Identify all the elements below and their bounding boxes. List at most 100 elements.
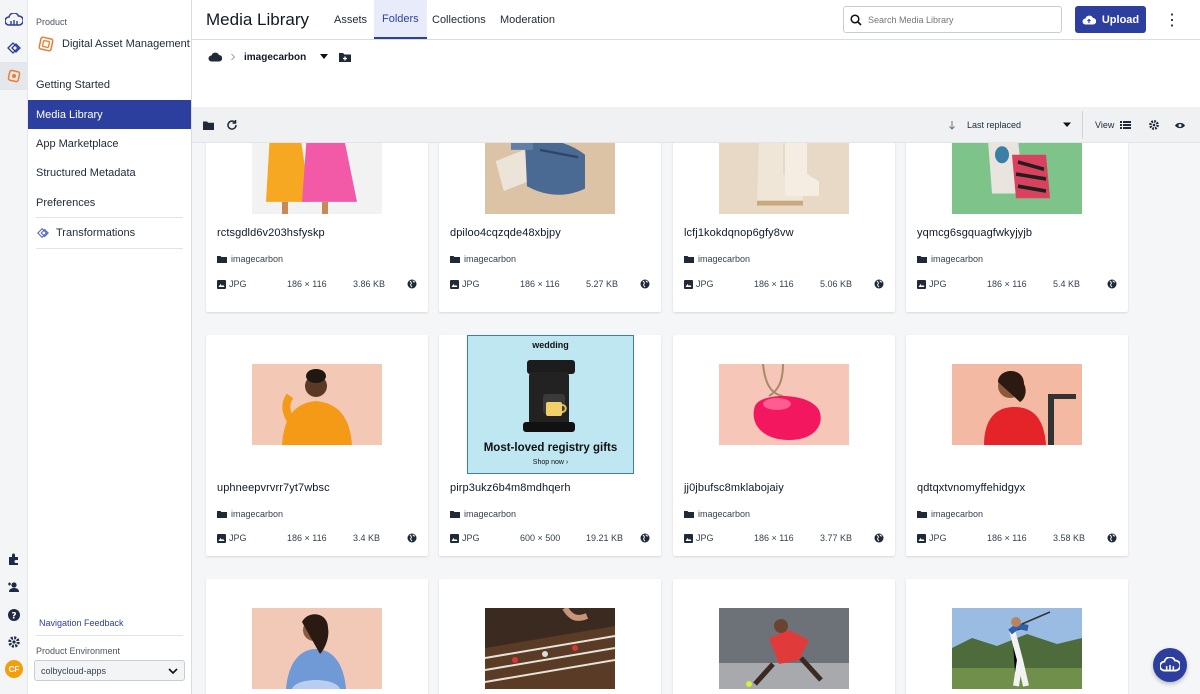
- asset-name[interactable]: yqmcg6sgquagfwkyjyjb: [917, 227, 1032, 239]
- asset-card[interactable]: rctsgdld6v203hsfyskp imagecarbon JPG 186 …: [206, 143, 428, 312]
- tab-collections[interactable]: Collections: [424, 0, 494, 39]
- asset-thumbnail[interactable]: [252, 608, 382, 689]
- more-options-icon[interactable]: ⋮: [1164, 10, 1180, 30]
- asset-card[interactable]: [673, 579, 895, 694]
- product-environment-select[interactable]: colbycloud-apps: [34, 660, 185, 681]
- asset-thumbnail[interactable]: [952, 364, 1082, 445]
- cloud-upload-icon: [1082, 15, 1096, 24]
- asset-size: 3.58 KB: [1053, 533, 1086, 543]
- sort-select[interactable]: Last replaced: [967, 117, 1072, 133]
- asset-dimensions: 186 × 116: [287, 279, 327, 289]
- help-icon[interactable]: ?: [4, 605, 24, 625]
- sidebar-item-structured-metadata[interactable]: Structured Metadata: [28, 158, 191, 187]
- asset-folder-name: imagecarbon: [931, 254, 984, 264]
- asset-folder-name: imagecarbon: [698, 509, 751, 519]
- asset-thumbnail[interactable]: [952, 143, 1082, 214]
- search-icon: [850, 13, 862, 26]
- image-icon: [217, 279, 226, 289]
- asset-card[interactable]: jj0jbufsc8mklabojaiy imagecarbon JPG 186 …: [673, 335, 895, 556]
- public-globe-icon: [407, 279, 417, 289]
- asset-folder: imagecarbon: [684, 509, 750, 519]
- asset-thumbnail[interactable]: [485, 143, 615, 214]
- asset-name[interactable]: pirp3ukz6b4m8mdhqerh: [450, 482, 571, 494]
- asset-thumbnail[interactable]: [719, 364, 849, 445]
- tab-assets[interactable]: Assets: [326, 0, 375, 39]
- product-label: Product: [36, 17, 68, 27]
- asset-name[interactable]: uphneepvrvrr7yt7wbsc: [217, 482, 330, 494]
- asset-thumbnail[interactable]: [952, 608, 1082, 689]
- tab-moderation[interactable]: Moderation: [492, 0, 563, 39]
- preview-eye-icon[interactable]: [1174, 117, 1186, 133]
- asset-card[interactable]: uphneepvrvrr7yt7wbsc imagecarbon JPG 186 …: [206, 335, 428, 556]
- navigation-feedback-link[interactable]: Navigation Feedback: [39, 618, 124, 628]
- caret-down-icon[interactable]: [318, 53, 330, 61]
- image-icon: [217, 533, 226, 543]
- new-folder-icon[interactable]: [338, 51, 352, 63]
- sort-label: Last replaced: [967, 120, 1022, 130]
- asset-card[interactable]: qdtqxtvnomyffehidgyx imagecarbon JPG 186 …: [906, 335, 1128, 556]
- asset-folder: imagecarbon: [684, 254, 750, 264]
- upload-label: Upload: [1101, 13, 1140, 26]
- sidebar-item-label: Preferences: [36, 196, 96, 209]
- asset-thumbnail[interactable]: [485, 608, 615, 689]
- support-chat-button[interactable]: [1153, 648, 1187, 682]
- sidebar-item-app-marketplace[interactable]: App Marketplace: [28, 129, 191, 158]
- avatar[interactable]: CF: [5, 660, 23, 678]
- asset-thumbnail[interactable]: [252, 364, 382, 445]
- asset-name[interactable]: lcfj1kokdqnop6gfy8vw: [684, 227, 794, 239]
- sidebar-item-preferences[interactable]: Preferences: [28, 188, 191, 217]
- asset-card[interactable]: [906, 579, 1128, 694]
- settings-gear-icon[interactable]: [1148, 117, 1160, 133]
- asset-card[interactable]: [439, 579, 661, 694]
- sidebar-item-getting-started[interactable]: Getting Started: [28, 70, 191, 99]
- refresh-icon[interactable]: [226, 117, 238, 133]
- view-toggle[interactable]: View: [1095, 117, 1132, 133]
- asset-format: JPG: [696, 533, 714, 543]
- public-globe-icon: [1107, 533, 1117, 543]
- asset-card[interactable]: dpiloo4cqzqde48xbjpy imagecarbon JPG 186 …: [439, 143, 661, 312]
- settings-gear-icon[interactable]: [4, 632, 24, 652]
- asset-name[interactable]: rctsgdld6v203hsfyskp: [217, 227, 325, 239]
- search-box[interactable]: [843, 6, 1062, 33]
- puzzle-icon[interactable]: [4, 549, 24, 569]
- dam-product-icon[interactable]: [0, 62, 28, 90]
- cloud-home-icon[interactable]: [208, 52, 222, 62]
- asset-thumbnail[interactable]: [719, 608, 849, 689]
- diamond-icon[interactable]: [4, 38, 24, 58]
- sidebar-item-media-library[interactable]: Media Library: [28, 100, 191, 129]
- tab-folders[interactable]: Folders: [374, 0, 427, 39]
- svg-text:?: ?: [11, 612, 16, 622]
- asset-folder: imagecarbon: [450, 509, 516, 519]
- asset-card[interactable]: lcfj1kokdqnop6gfy8vw imagecarbon JPG 186 …: [673, 143, 895, 312]
- cloudinary-logo-icon[interactable]: [4, 10, 24, 30]
- asset-format: JPG: [229, 533, 247, 543]
- asset-thumbnail-ad[interactable]: wedding Most-loved registry gifts Shop n…: [467, 335, 634, 474]
- asset-name[interactable]: jj0jbufsc8mklabojaiy: [684, 482, 784, 494]
- asset-grid: rctsgdld6v203hsfyskp imagecarbon JPG 186 …: [192, 143, 1200, 694]
- upload-button[interactable]: Upload: [1075, 6, 1146, 33]
- asset-size: 3.77 KB: [820, 533, 853, 543]
- add-user-icon[interactable]: [4, 577, 24, 597]
- folder-view-icon[interactable]: [202, 117, 215, 133]
- search-input[interactable]: [868, 14, 1048, 25]
- folder-icon: [450, 256, 460, 263]
- asset-size: 19.21 KB: [586, 533, 624, 543]
- image-icon: [450, 533, 459, 543]
- breadcrumb-folder[interactable]: imagecarbon: [244, 52, 306, 63]
- asset-thumbnail[interactable]: [719, 143, 849, 214]
- asset-card[interactable]: wedding Most-loved registry gifts Shop n…: [439, 335, 661, 556]
- asset-card[interactable]: [206, 579, 428, 694]
- folder-icon: [217, 511, 227, 518]
- coffee-maker-image: [523, 360, 575, 432]
- folder-icon: [684, 256, 694, 263]
- asset-folder-name: imagecarbon: [698, 254, 751, 264]
- asset-card[interactable]: yqmcg6sgquagfwkyjyjb imagecarbon JPG 186 …: [906, 143, 1128, 312]
- asset-thumbnail[interactable]: [252, 143, 382, 214]
- asset-meta: JPG 600 × 500 19.21 KB: [450, 533, 650, 543]
- sidebar-item-transformations[interactable]: Transformations: [28, 218, 191, 247]
- asset-name[interactable]: dpiloo4cqzqde48xbjpy: [450, 227, 561, 239]
- product-switcher[interactable]: Digital Asset Management: [38, 36, 190, 52]
- asset-name[interactable]: qdtqxtvnomyffehidgyx: [917, 482, 1025, 494]
- public-globe-icon: [640, 279, 650, 289]
- sort-direction-icon[interactable]: [948, 117, 956, 133]
